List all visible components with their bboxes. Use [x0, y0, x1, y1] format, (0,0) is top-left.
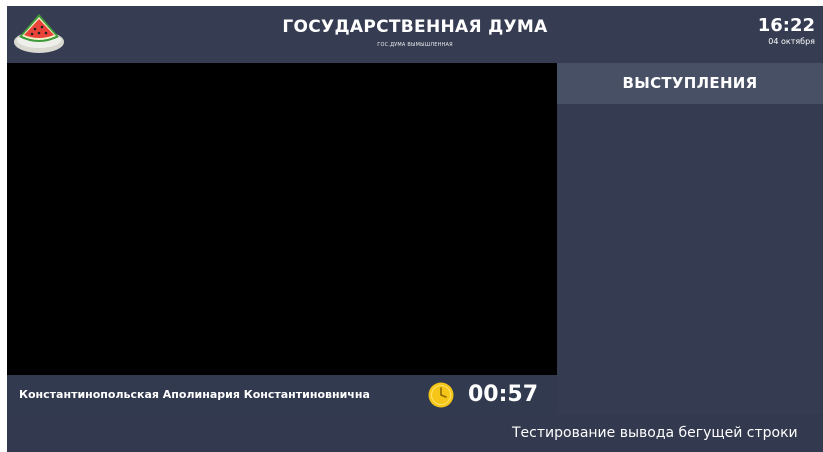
video-player[interactable] [7, 63, 557, 375]
page-title: ГОСУДАРСТВЕННАЯ ДУМА [282, 17, 548, 37]
title-block: ГОСУДАРСТВЕННАЯ ДУМА ГОС.ДУМА ВЫМЫШЛЕННА… [207, 16, 623, 49]
speech-timer: 00:57 [468, 382, 539, 407]
clock-date: 04 октября [768, 37, 815, 46]
speeches-heading: ВЫСТУПЛЕНИЯ [557, 63, 823, 104]
header: ГОСУДАРСТВЕННАЯ ДУМА ГОС.ДУМА ВЫМЫШЛЕННА… [7, 6, 823, 63]
speaker-name: Константинопольская Аполинария Константи… [19, 388, 370, 401]
clock-time: 16:22 [757, 15, 815, 36]
speaker-bar: Константинопольская Аполинария Константи… [7, 375, 557, 414]
news-ticker: Тестирование вывода бегущей строки [7, 414, 823, 452]
ticker-text: Тестирование вывода бегущей строки [512, 425, 798, 441]
page-subtitle: ГОС.ДУМА ВЫМЫШЛЕННАЯ [377, 42, 453, 48]
clock: 16:22 04 октября [758, 15, 815, 47]
watermelon-icon [14, 14, 64, 53]
speeches-panel: ВЫСТУПЛЕНИЯ [557, 63, 823, 418]
broadcast-screen: ГОСУДАРСТВЕННАЯ ДУМА ГОС.ДУМА ВЫМЫШЛЕННА… [7, 6, 823, 452]
clock-icon [428, 382, 454, 408]
